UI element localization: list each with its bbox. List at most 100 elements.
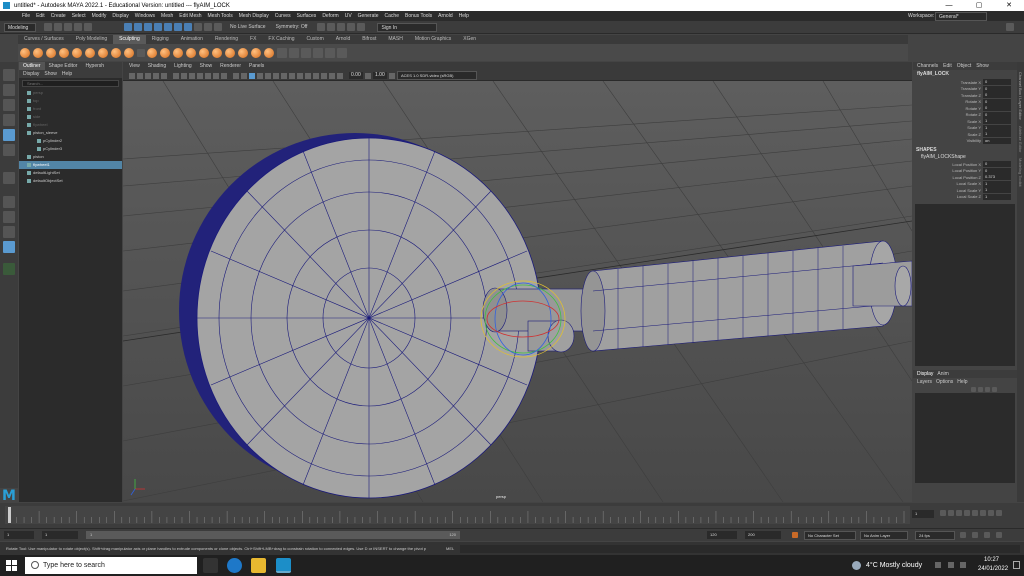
end-frame-field[interactable]: 120: [707, 531, 737, 539]
attribute-value-field[interactable]: 0: [983, 161, 1011, 168]
render-frame-icon[interactable]: [327, 23, 336, 31]
volume-icon[interactable]: [960, 562, 966, 568]
resolution-gate-icon[interactable]: [189, 72, 195, 79]
attribute-row[interactable]: Translate Y0: [913, 85, 1017, 93]
copy-icon[interactable]: [289, 47, 299, 58]
playback-options-icon[interactable]: [984, 532, 990, 538]
attribute-row[interactable]: Rotate Y0: [913, 105, 1017, 112]
persp-graph-icon[interactable]: [3, 226, 15, 238]
layers-menu-options[interactable]: Options: [936, 378, 953, 386]
windows-start-icon[interactable]: [6, 560, 17, 571]
shelf-tab-poly-modeling[interactable]: Poly Modeling: [70, 35, 113, 44]
step-back-key-icon[interactable]: [948, 510, 954, 516]
bulge-tool-icon[interactable]: [212, 47, 222, 58]
anim-prefs-icon[interactable]: [996, 532, 1002, 538]
spray-tool-icon[interactable]: [111, 47, 121, 58]
auto-key-icon[interactable]: [792, 532, 798, 538]
menu-display[interactable]: Display: [112, 13, 128, 19]
side-tab-channel-box[interactable]: Channel Box / Layer Editor: [1017, 62, 1024, 120]
shelf-tab-sculpting[interactable]: Sculpting: [113, 35, 146, 44]
attribute-value-field[interactable]: 0: [983, 167, 1011, 174]
time-ruler[interactable]: [5, 503, 910, 528]
menu-help[interactable]: Help: [459, 13, 469, 19]
attribute-row[interactable]: Scale Y1: [913, 124, 1017, 132]
attribute-value-field[interactable]: 0: [983, 85, 1011, 92]
four-view-icon[interactable]: [3, 196, 15, 208]
erase-tool-icon[interactable]: [264, 47, 274, 58]
ambient-occlusion-icon[interactable]: [281, 72, 287, 79]
menu-mesh[interactable]: Mesh: [161, 13, 173, 19]
edge-browser-icon[interactable]: [227, 558, 242, 573]
character-set-dropdown[interactable]: No Character Set: [804, 531, 856, 540]
save-scene-icon[interactable]: [64, 23, 72, 31]
attribute-row[interactable]: Local Position Z 0.373: [913, 174, 1017, 181]
outliner-item[interactable]: top: [19, 97, 122, 105]
smooth-tool-icon[interactable]: [33, 47, 43, 58]
sign-in-dropdown[interactable]: Sign In: [377, 22, 438, 32]
menu-mesh-tools[interactable]: Mesh Tools: [208, 13, 233, 19]
minimize-button[interactable]: —: [934, 0, 964, 11]
knife-tool-icon[interactable]: [186, 47, 196, 58]
smear-tool-icon[interactable]: [199, 47, 209, 58]
maya-taskbar-icon[interactable]: [276, 558, 291, 573]
grease-pencil-icon[interactable]: [161, 72, 167, 79]
viewport-menu-panels[interactable]: Panels: [249, 62, 264, 71]
gate-mask-icon[interactable]: [197, 72, 203, 79]
wireframe-icon[interactable]: [233, 72, 239, 79]
shelf-tab-custom[interactable]: Custom: [301, 35, 330, 44]
max-end-frame-field[interactable]: 200: [745, 531, 781, 539]
layers-menu-layers[interactable]: Layers: [917, 378, 932, 386]
convert-icon[interactable]: [301, 47, 311, 58]
menu-cache[interactable]: Cache: [385, 13, 399, 19]
step-back-frame-icon[interactable]: [956, 510, 962, 516]
repeat-tool-icon[interactable]: [124, 47, 134, 58]
imprint-tool-icon[interactable]: [137, 48, 145, 57]
attribute-row[interactable]: Local Position Y0: [913, 167, 1017, 175]
shelf-tab-arnold[interactable]: Arnold: [330, 35, 356, 44]
color-space-dropdown[interactable]: ACES 1.0 SDR-video (sRGB): [397, 71, 477, 80]
tab-hypershade[interactable]: Hypersh: [81, 62, 108, 70]
menu-edit[interactable]: Edit: [36, 13, 45, 19]
lights-icon[interactable]: [265, 72, 271, 79]
search-icon[interactable]: [3, 263, 15, 275]
attribute-value-field[interactable]: 1: [983, 131, 1011, 138]
rotate-tool-icon[interactable]: [3, 129, 15, 141]
attribute-row[interactable]: Local Scale Y1: [913, 187, 1017, 194]
outliner-item[interactable]: piston: [19, 153, 122, 161]
snap-grid-icon[interactable]: [154, 23, 162, 31]
grid-icon[interactable]: [313, 47, 323, 58]
modeling-toolkit-icon[interactable]: [1006, 23, 1014, 31]
close-button[interactable]: ✕: [994, 0, 1024, 11]
command-mode-label[interactable]: MEL: [446, 546, 454, 551]
safe-title-icon[interactable]: [221, 72, 227, 79]
tab-shape-editor[interactable]: Shape Editor: [45, 62, 82, 70]
new-scene-icon[interactable]: [44, 23, 52, 31]
outliner-item[interactable]: pCylinder2: [19, 137, 122, 145]
grid-icon[interactable]: [173, 72, 179, 79]
viewport-menu-lighting[interactable]: Lighting: [174, 62, 192, 71]
freeze-tool-icon[interactable]: [238, 47, 248, 58]
snap-point-icon[interactable]: [174, 23, 182, 31]
menu-uv[interactable]: UV: [345, 13, 352, 19]
brush-icon[interactable]: [337, 47, 347, 58]
input-output-icon[interactable]: [204, 23, 212, 31]
new-layer-selected-icon[interactable]: [992, 387, 997, 392]
perspective-viewport[interactable]: persp: [123, 81, 912, 502]
attribute-row[interactable]: Local Scale Z1: [913, 193, 1017, 201]
range-slider[interactable]: 1 120: [86, 531, 460, 539]
attribute-value-field[interactable]: 0: [983, 105, 1011, 112]
shelf-tab-fx-caching[interactable]: FX Caching: [262, 35, 300, 44]
render-icon[interactable]: [214, 23, 222, 31]
move-tool-icon[interactable]: [3, 114, 15, 126]
select-hierarchy-icon[interactable]: [124, 23, 132, 31]
attribute-value-field[interactable]: 0: [983, 92, 1011, 99]
attribute-row[interactable]: Local Position X0: [913, 161, 1017, 168]
wax-tool-icon[interactable]: [147, 47, 157, 58]
piston-sleeve[interactable]: [592, 240, 884, 352]
isolate-select-icon[interactable]: [313, 72, 319, 79]
anti-aliasing-icon[interactable]: [297, 72, 303, 79]
film-gate-icon[interactable]: [181, 72, 187, 79]
shelf-tab-bifrost[interactable]: Bifrost: [356, 35, 382, 44]
move-layer-up-icon[interactable]: [971, 387, 976, 392]
symmetry-dropdown[interactable]: Symmetry: Off: [276, 24, 308, 30]
